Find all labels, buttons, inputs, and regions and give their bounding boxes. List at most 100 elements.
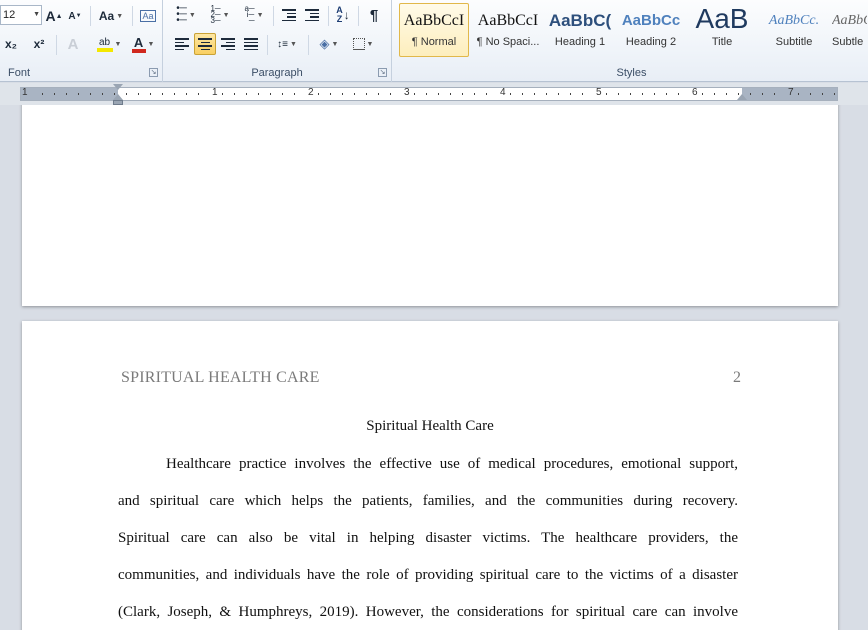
shading-button[interactable]: ◈ ▼ xyxy=(313,33,345,55)
style-name: ¶ No Spaci... xyxy=(476,36,540,48)
style-heading-1[interactable]: AaBbC( Heading 1 xyxy=(545,3,615,57)
borders-button[interactable]: ▼ xyxy=(347,33,379,55)
show-formatting-marks-button[interactable]: ¶ xyxy=(363,4,385,26)
text-effects-icon: A xyxy=(67,35,79,53)
paragraph-line[interactable]: and spiritual care which helps the patie… xyxy=(118,491,738,528)
font-color-button[interactable]: A ▼ xyxy=(128,33,158,55)
style-subtle-emphasis[interactable]: AaBbCcI Subtle xyxy=(831,3,868,57)
chevron-down-icon[interactable]: ▼ xyxy=(33,6,40,24)
ruler-tick xyxy=(666,93,667,95)
ruler-tick xyxy=(318,93,319,95)
page-number[interactable]: 2 xyxy=(733,369,741,387)
ruler-tick xyxy=(834,93,835,95)
ruler-bar: 1 1 2 3 4 5 6 7 xyxy=(0,83,868,105)
styles-group-label: Styles xyxy=(616,67,647,79)
style-normal[interactable]: AaBbCcI ¶ Normal xyxy=(399,3,469,57)
ruler-number: 5 xyxy=(596,87,602,98)
paragraph-dialog-launcher-icon[interactable]: ↘ xyxy=(378,68,387,77)
clear-formatting-icon: Aa xyxy=(140,10,156,22)
styles-group: AaBbCcI ¶ Normal AaBbCcI ¶ No Spaci... A… xyxy=(395,0,868,82)
borders-icon xyxy=(352,38,365,50)
ruler-number: 6 xyxy=(692,87,698,98)
ruler-tick xyxy=(654,93,655,95)
ruler-tick xyxy=(246,93,247,95)
align-center-button[interactable] xyxy=(194,33,216,55)
increase-indent-button[interactable] xyxy=(301,4,323,26)
style-no-spacing[interactable]: AaBbCcI ¶ No Spaci... xyxy=(473,3,543,57)
running-head[interactable]: SPIRITUAL HEALTH CARE xyxy=(121,369,320,387)
document-title[interactable]: Spiritual Health Care xyxy=(22,418,838,435)
multilevel-list-button[interactable]: a─ i─ ─ ▼ xyxy=(239,4,269,26)
font-dialog-launcher-icon[interactable]: ↘ xyxy=(149,68,158,77)
style-name: Title xyxy=(711,36,733,48)
paragraph-line[interactable]: communities, and individuals have the ro… xyxy=(118,565,738,602)
highlight-button[interactable]: ab ▼ xyxy=(92,33,126,55)
font-color-icon: A xyxy=(131,36,146,53)
page-1[interactable] xyxy=(22,105,838,306)
ruler-tick xyxy=(606,93,607,95)
ruler-tick xyxy=(582,93,583,95)
numbering-button[interactable]: 1─ 2─ 3─ ▼ xyxy=(205,4,235,26)
ruler-tick xyxy=(366,93,367,95)
align-left-button[interactable] xyxy=(171,33,193,55)
ruler-tick xyxy=(678,93,679,95)
ruler-tick xyxy=(546,93,547,95)
ruler-number: 2 xyxy=(308,87,314,98)
style-sample: AaBbCcI xyxy=(403,12,465,29)
paint-bucket-icon: ◈ xyxy=(319,36,330,51)
ruler-tick xyxy=(78,93,79,95)
shrink-font-button[interactable]: A ▼ xyxy=(66,5,84,27)
ruler-tick xyxy=(438,93,439,95)
ruler-tick xyxy=(102,93,103,95)
horizontal-ruler[interactable]: 1 1 2 3 4 5 6 7 xyxy=(20,84,838,105)
ruler-tick xyxy=(378,93,379,95)
ruler-number: 1 xyxy=(212,87,218,98)
ruler-tick xyxy=(198,93,199,95)
style-title[interactable]: AaB Title xyxy=(687,3,757,57)
ruler-tick xyxy=(426,93,427,95)
bullets-button[interactable]: •─ •─ •─ ▼ xyxy=(171,4,201,26)
ruler-left-margin xyxy=(21,88,118,100)
page-2[interactable]: SPIRITUAL HEALTH CARE 2 Spiritual Health… xyxy=(22,321,838,630)
document-area[interactable]: SPIRITUAL HEALTH CARE 2 Spiritual Health… xyxy=(0,105,868,630)
multilevel-list-icon: a─ i─ ─ xyxy=(244,4,255,25)
paragraph-line[interactable]: Spiritual care can also be vital in help… xyxy=(118,528,738,565)
grow-font-icon: A xyxy=(45,8,56,24)
ruler-tick xyxy=(630,93,631,95)
style-heading-2[interactable]: AaBbCc Heading 2 xyxy=(616,3,686,57)
paragraph-line[interactable]: Healthcare practice involves the effecti… xyxy=(118,454,738,491)
text-effects-button[interactable]: A xyxy=(62,33,84,55)
justify-button[interactable] xyxy=(240,33,262,55)
ruler-tick xyxy=(462,93,463,95)
clear-formatting-button[interactable]: Aa xyxy=(138,5,158,27)
bullet-list-icon: •─ •─ •─ xyxy=(176,3,187,26)
ruler-tick xyxy=(534,93,535,95)
paragraph-line[interactable]: (Clark, Joseph, & Humphreys, 2019). Howe… xyxy=(118,602,738,630)
ruler-tick xyxy=(270,93,271,95)
font-size-box[interactable]: 12 ▼ xyxy=(0,5,42,25)
align-center-icon xyxy=(198,38,212,50)
justify-icon xyxy=(244,38,258,50)
style-sample: AaBbCcI xyxy=(477,12,539,29)
style-sample: AaB xyxy=(695,3,749,34)
ruler-tick xyxy=(414,93,415,95)
body-paragraph[interactable]: Healthcare practice involves the effecti… xyxy=(118,454,738,630)
ruler-tick xyxy=(450,93,451,95)
ruler-tick xyxy=(558,93,559,95)
change-case-button[interactable]: Aa ▼ xyxy=(96,5,126,27)
paragraph-group: •─•─•─▼ 1─2─3─▼ a─ i─ ─▼ AZ↓ ¶ xyxy=(163,0,392,82)
line-spacing-button[interactable]: ↕≡ ▼ xyxy=(272,33,302,55)
style-name: Heading 1 xyxy=(554,36,606,48)
grow-font-button[interactable]: A ▲ xyxy=(44,5,64,27)
ruler-number: 7 xyxy=(788,87,794,98)
ruler-tick xyxy=(486,93,487,95)
align-right-button[interactable] xyxy=(217,33,239,55)
sort-button[interactable]: A Z ↓ xyxy=(332,4,354,26)
decrease-indent-button[interactable] xyxy=(278,4,300,26)
paragraph-group-label: Paragraph xyxy=(251,67,303,79)
style-subtitle[interactable]: AaBbCc. Subtitle xyxy=(759,3,829,57)
align-right-icon xyxy=(221,38,235,50)
superscript-button[interactable]: x² xyxy=(28,33,50,55)
first-line-indent-marker[interactable] xyxy=(113,84,123,90)
subscript-button[interactable]: x₂ xyxy=(0,33,22,55)
